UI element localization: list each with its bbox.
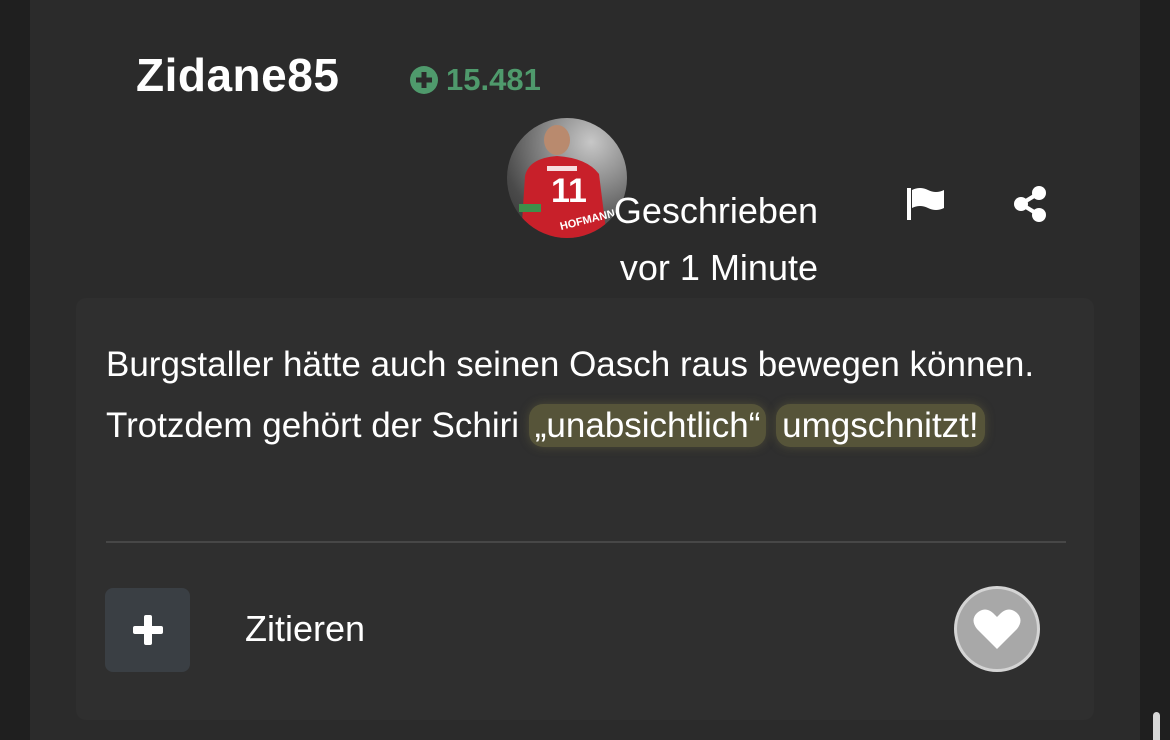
highlighted-text-2: umgschnitzt! (776, 404, 985, 447)
divider (106, 541, 1066, 543)
quote-button[interactable]: Zitieren (245, 608, 365, 650)
plus-icon (132, 614, 164, 646)
svg-text:11: 11 (551, 172, 587, 210)
post-content: Burgstaller hätte auch seinen Oasch raus… (106, 334, 1046, 456)
reputation-badge: 15.481 (410, 62, 541, 98)
share-icon[interactable] (1010, 184, 1050, 224)
post-date: Geschrieben vor 1 Minute (596, 182, 818, 296)
time-ago[interactable]: vor 1 Minute (596, 239, 818, 296)
plus-circle-icon (410, 66, 438, 94)
reputation-value: 15.481 (446, 62, 541, 97)
post-body: Burgstaller hätte auch seinen Oasch raus… (76, 298, 1094, 720)
scrollbar[interactable] (1153, 712, 1160, 740)
heart-icon (973, 609, 1021, 649)
author-username[interactable]: Zidane85 (136, 48, 339, 102)
multiquote-button[interactable] (105, 588, 190, 672)
written-label: Geschrieben (613, 190, 818, 231)
highlighted-text-1: „unabsichtlich“ (528, 404, 767, 447)
page: Zidane85 15.481 11 HOFMANN Geschrieben v… (0, 0, 1170, 740)
flag-icon[interactable] (904, 184, 946, 224)
like-button[interactable] (954, 586, 1040, 672)
